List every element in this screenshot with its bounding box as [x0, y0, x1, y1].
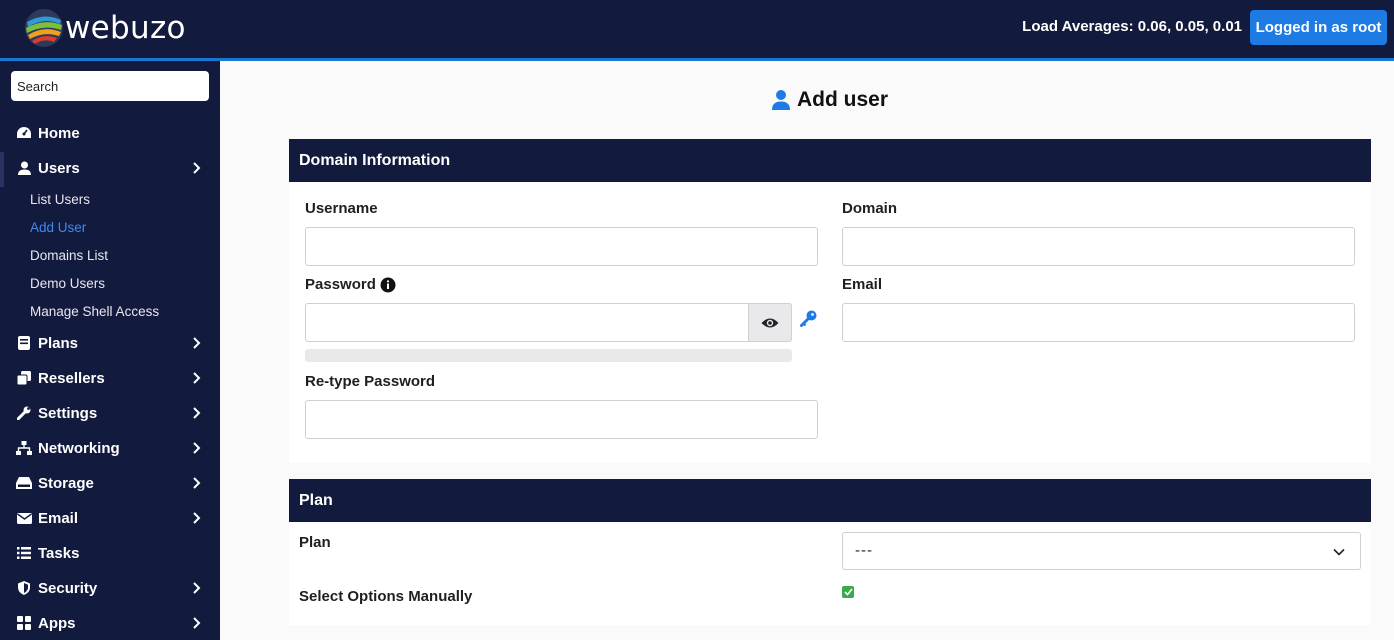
sidebar-item-label: Networking — [38, 439, 120, 457]
email-input[interactable] — [842, 303, 1355, 342]
chevron-right-icon — [193, 337, 201, 349]
list-icon — [16, 545, 32, 561]
brand-name: webuzo — [65, 10, 186, 46]
password-strength-bar — [305, 349, 792, 362]
top-bar: webuzo Load Averages: 0.06, 0.05, 0.01 L… — [0, 0, 1394, 58]
apps-icon — [16, 615, 32, 631]
page-title: Add user — [772, 88, 888, 112]
sidebar-item-label: Plans — [38, 334, 79, 352]
generate-password-key-icon[interactable] — [800, 310, 817, 327]
password-input[interactable] — [305, 303, 749, 342]
plan-select[interactable]: --- — [842, 532, 1361, 570]
eye-icon — [761, 318, 779, 327]
sidebar-item-label: Resellers — [38, 369, 105, 387]
sidebar-subitem-demo-users[interactable]: Demo Users — [30, 276, 105, 291]
sidebar-item-resellers[interactable]: Resellers — [0, 363, 220, 393]
chevron-right-icon — [193, 512, 201, 524]
plan-heading: Plan — [289, 479, 1371, 522]
sidebar-search-input[interactable] — [11, 71, 209, 101]
load-averages: Load Averages: 0.06, 0.05, 0.01 — [1022, 18, 1242, 35]
sidebar-item-label: Tasks — [38, 544, 80, 562]
user-icon — [772, 90, 790, 110]
password-label: Password — [305, 276, 376, 293]
retype-password-label: Re-type Password — [305, 373, 436, 390]
sidebar-item-label: Security — [38, 579, 98, 597]
sidebar-item-plans[interactable]: Plans — [0, 328, 220, 358]
wrench-icon — [16, 405, 32, 421]
username-input[interactable] — [305, 227, 818, 266]
webuzo-logo[interactable]: webuzo — [24, 8, 186, 48]
sidebar-item-apps[interactable]: Apps — [0, 608, 220, 638]
chevron-right-icon — [193, 407, 201, 419]
sidebar-item-security[interactable]: Security — [0, 573, 220, 603]
plan-select-value: --- — [855, 542, 873, 559]
chevron-right-icon — [193, 372, 201, 384]
plans-icon — [16, 335, 32, 351]
sidebar-item-settings[interactable]: Settings — [0, 398, 220, 428]
sidebar-subitem-domains-list[interactable]: Domains List — [30, 248, 108, 263]
retype-password-input[interactable] — [305, 400, 818, 439]
sidebar-item-home[interactable]: Home — [0, 118, 220, 148]
sidebar-item-email[interactable]: Email — [0, 503, 220, 533]
sidebar-item-label: Home — [38, 124, 80, 142]
username-label: Username — [305, 200, 378, 217]
sidebar-subitem-add-user[interactable]: Add User — [30, 220, 86, 235]
logged-in-button[interactable]: Logged in as root — [1250, 10, 1387, 45]
toggle-password-visibility-button[interactable] — [748, 303, 792, 342]
page-title-text: Add user — [797, 88, 889, 111]
user-icon — [16, 160, 32, 176]
resellers-icon — [16, 370, 32, 386]
sidebar-item-label: Storage — [38, 474, 94, 492]
select-options-manually-checkbox[interactable] — [842, 586, 854, 598]
network-icon — [16, 440, 32, 456]
password-label-row: Password — [305, 276, 396, 293]
chevron-right-icon — [193, 442, 201, 454]
dashboard-icon — [16, 125, 32, 141]
shield-icon — [16, 580, 32, 596]
sidebar-item-label: Apps — [38, 614, 76, 632]
chevron-down-icon — [1333, 548, 1345, 556]
plan-label: Plan — [299, 534, 331, 551]
domain-input[interactable] — [842, 227, 1355, 266]
storage-icon — [16, 475, 32, 491]
sidebar-item-label: Settings — [38, 404, 98, 422]
sidebar-subitem-manage-shell-access[interactable]: Manage Shell Access — [30, 304, 159, 319]
sidebar: Home Users List Users Add User Domains L… — [0, 61, 220, 640]
envelope-icon — [16, 510, 32, 526]
chevron-right-icon — [193, 582, 201, 594]
chevron-right-icon — [193, 162, 201, 174]
chevron-right-icon — [193, 477, 201, 489]
sidebar-item-label: Users — [38, 159, 80, 177]
email-label: Email — [842, 276, 883, 293]
domain-label: Domain — [842, 200, 898, 217]
sidebar-item-tasks[interactable]: Tasks — [0, 538, 220, 568]
info-icon[interactable] — [380, 277, 396, 293]
webuzo-logo-icon — [25, 9, 63, 47]
domain-information-heading: Domain Information — [289, 139, 1371, 182]
sidebar-item-networking[interactable]: Networking — [0, 433, 220, 463]
sidebar-item-users[interactable]: Users — [0, 153, 220, 183]
select-options-manually-label: Select Options Manually — [299, 588, 473, 605]
sidebar-item-storage[interactable]: Storage — [0, 468, 220, 498]
checkmark-icon — [843, 588, 853, 596]
sidebar-item-label: Email — [38, 509, 79, 527]
sidebar-subitem-list-users[interactable]: List Users — [30, 192, 90, 207]
chevron-right-icon — [193, 617, 201, 629]
